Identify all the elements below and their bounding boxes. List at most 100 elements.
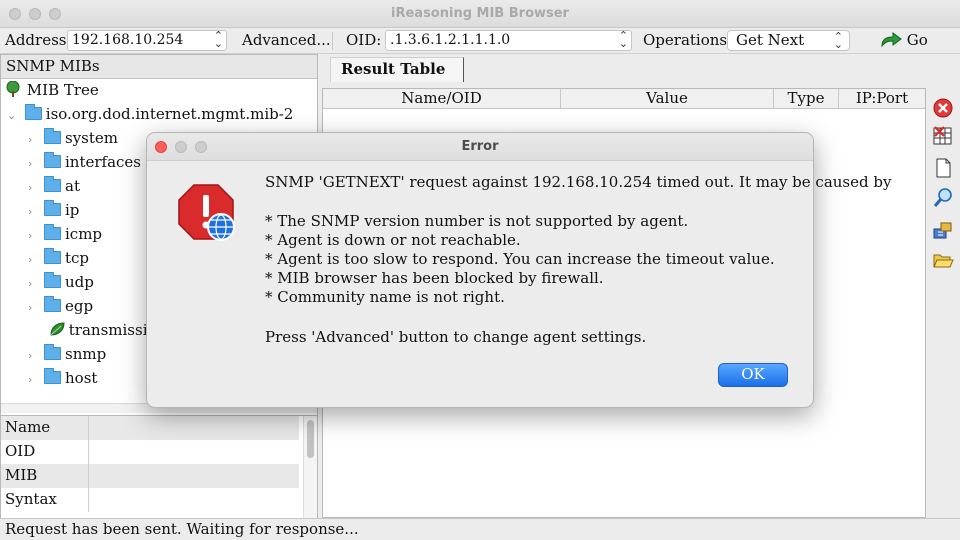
find-icon[interactable] bbox=[932, 187, 954, 209]
window-titlebar: iReasoning MIB Browser bbox=[0, 0, 960, 28]
go-label: Go bbox=[906, 31, 928, 49]
chevron-updown-icon: ⌃ ⌄ bbox=[833, 30, 843, 51]
window-title: iReasoning MIB Browser bbox=[391, 6, 569, 21]
dialog-titlebar: Error bbox=[147, 133, 813, 161]
tree-branch-mib2[interactable]: ⌄ iso.org.dod.internet.mgmt.mib-2 bbox=[7, 104, 293, 129]
chevron-down-icon[interactable]: ⌄ bbox=[7, 109, 17, 122]
property-row[interactable]: OID bbox=[1, 440, 299, 464]
dialog-title: Error bbox=[461, 139, 499, 154]
tree-item-label: host bbox=[65, 369, 98, 387]
folder-icon bbox=[44, 224, 61, 240]
tree-item-label: udp bbox=[65, 273, 94, 291]
tree-root-label: MIB Tree bbox=[26, 81, 99, 99]
property-name: Syntax bbox=[5, 490, 57, 508]
property-row[interactable]: Syntax bbox=[1, 488, 299, 512]
chevron-right-icon[interactable]: › bbox=[28, 157, 38, 170]
tree-icon bbox=[6, 80, 20, 97]
result-tabbar: Result Table bbox=[322, 54, 926, 82]
folder-icon bbox=[44, 152, 61, 168]
chevron-right-icon[interactable]: › bbox=[28, 349, 38, 362]
dialog-reason: * Agent is too slow to respond. You can … bbox=[265, 250, 775, 268]
address-combobox[interactable]: 192.168.10.254 ⌃ ⌄ bbox=[67, 30, 227, 51]
folder-icon bbox=[44, 272, 61, 288]
oid-combobox[interactable]: .1.3.6.1.2.1.1.1.0 ⌃ ⌄ bbox=[385, 30, 632, 51]
column-header-type[interactable]: Type bbox=[774, 89, 839, 108]
ok-button[interactable]: OK bbox=[718, 363, 788, 387]
dialog-reason: * Community name is not right. bbox=[265, 288, 505, 306]
tree-item-system[interactable]: › system bbox=[28, 128, 118, 153]
chevron-right-icon[interactable]: › bbox=[28, 301, 38, 314]
property-name: MIB bbox=[5, 466, 38, 484]
tree-item-interfaces[interactable]: › interfaces bbox=[28, 152, 142, 177]
folder-icon bbox=[44, 296, 61, 312]
result-table-header: Name/OID Value Type IP:Port bbox=[323, 89, 925, 109]
dialog-reason: * The SNMP version number is not support… bbox=[265, 212, 689, 230]
column-header-value[interactable]: Value bbox=[561, 89, 774, 108]
properties-table: Name OID MIB Syntax bbox=[1, 415, 317, 520]
address-value: 192.168.10.254 bbox=[72, 32, 184, 48]
operation-selected: Get Next bbox=[736, 31, 805, 49]
new-document-icon[interactable] bbox=[932, 157, 954, 179]
tree-item-label: snmp bbox=[65, 345, 107, 363]
error-stop-icon bbox=[178, 184, 235, 241]
open-folder-icon[interactable] bbox=[932, 249, 954, 271]
address-label: Address: bbox=[5, 31, 72, 49]
chevron-right-icon[interactable]: › bbox=[28, 205, 38, 218]
status-text: Request has been sent. Waiting for respo… bbox=[5, 520, 359, 538]
chevron-updown-icon: ⌃ ⌄ bbox=[618, 29, 628, 50]
operations-select[interactable]: Get Next ⌃ ⌄ bbox=[727, 30, 850, 51]
tab-result-table[interactable]: Result Table bbox=[330, 57, 464, 82]
oid-label: OID: bbox=[346, 31, 382, 49]
stop-icon[interactable] bbox=[932, 97, 954, 119]
folder-icon bbox=[44, 344, 61, 360]
clear-table-icon[interactable] bbox=[932, 125, 954, 147]
tree-item-label: egp bbox=[65, 297, 94, 315]
chevron-right-icon[interactable]: › bbox=[28, 253, 38, 266]
column-header-name-oid[interactable]: Name/OID bbox=[323, 89, 561, 108]
tree-item-snmp[interactable]: › snmp bbox=[28, 344, 107, 369]
tree-item-label: interfaces bbox=[65, 153, 142, 171]
tree-root[interactable]: MIB Tree bbox=[4, 80, 99, 105]
properties-scrollbar[interactable] bbox=[303, 416, 317, 520]
operations-label: Operations: bbox=[643, 31, 733, 49]
property-row[interactable]: MIB bbox=[1, 464, 299, 488]
property-row[interactable]: Name bbox=[1, 416, 299, 440]
dialog-hint: Press 'Advanced' button to change agent … bbox=[265, 328, 647, 346]
folder-icon bbox=[44, 248, 61, 264]
advanced-button[interactable]: Advanced... bbox=[242, 31, 331, 49]
go-button[interactable]: Go bbox=[880, 31, 928, 49]
folder-icon bbox=[44, 200, 61, 216]
tree-item-icmp[interactable]: › icmp bbox=[28, 224, 102, 249]
leaf-icon bbox=[50, 322, 65, 336]
tree-item-label: ip bbox=[65, 201, 80, 219]
toolbar-divider bbox=[332, 32, 333, 50]
chevron-right-icon[interactable]: › bbox=[28, 277, 38, 290]
folder-icon bbox=[44, 128, 61, 144]
chevron-right-icon[interactable]: › bbox=[28, 373, 38, 386]
tree-item-egp[interactable]: › egp bbox=[28, 296, 94, 321]
tree-item-label: at bbox=[65, 177, 80, 195]
chevron-right-icon[interactable]: › bbox=[28, 181, 38, 194]
go-arrow-icon bbox=[881, 32, 902, 48]
dialog-reason: * Agent is down or not reachable. bbox=[265, 231, 521, 249]
dialog-message: SNMP 'GETNEXT' request against 192.168.1… bbox=[265, 173, 892, 191]
network-icon[interactable] bbox=[932, 219, 954, 241]
tree-item-at[interactable]: › at bbox=[28, 176, 80, 201]
tree-item-host[interactable]: › host bbox=[28, 368, 98, 393]
chevron-right-icon[interactable]: › bbox=[28, 133, 38, 146]
tree-item-label: tcp bbox=[65, 249, 90, 267]
tree-item-tcp[interactable]: › tcp bbox=[28, 248, 90, 273]
chevron-right-icon[interactable]: › bbox=[28, 229, 38, 242]
tree-item-ip[interactable]: › ip bbox=[28, 200, 80, 225]
tree-item-udp[interactable]: › udp bbox=[28, 272, 94, 297]
chevron-updown-icon: ⌃ ⌄ bbox=[213, 29, 223, 50]
column-header-ip-port[interactable]: IP:Port bbox=[839, 89, 925, 108]
mib-panel-header: SNMP MIBs bbox=[1, 55, 317, 79]
scrollbar-thumb[interactable] bbox=[307, 420, 314, 458]
status-bar: Request has been sent. Waiting for respo… bbox=[0, 518, 960, 540]
toolbar: Address: 192.168.10.254 ⌃ ⌄ Advanced... O… bbox=[0, 28, 960, 54]
tree-item-label: system bbox=[65, 129, 118, 147]
property-name: OID bbox=[5, 442, 36, 460]
error-dialog: Error SNMP 'GETNEXT' request against 192… bbox=[146, 132, 891, 408]
property-name: Name bbox=[5, 418, 51, 436]
